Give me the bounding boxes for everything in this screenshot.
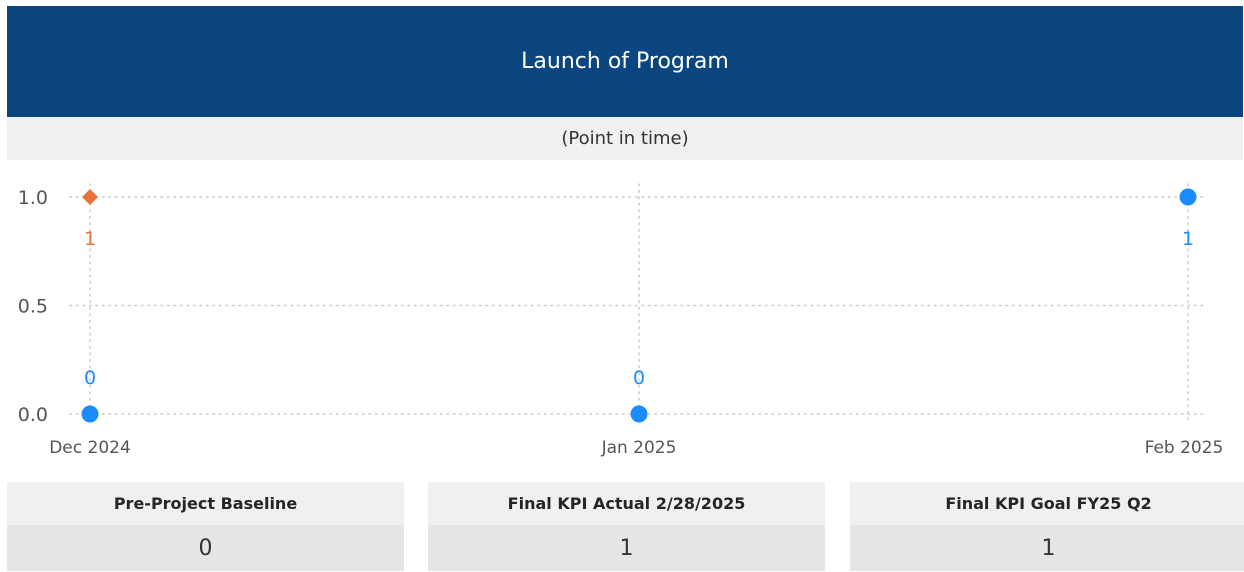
data-point [1179, 188, 1197, 206]
kpi-card-title: Final KPI Goal FY25 Q2 [850, 482, 1244, 525]
data-label: 0 [633, 367, 645, 389]
data-label: 0 [84, 367, 96, 389]
y-tick-label: 0.0 [18, 404, 48, 426]
kpi-card-baseline: Pre-Project Baseline 0 [7, 482, 404, 571]
y-tick-label: 1.0 [18, 187, 48, 209]
kpi-card-title: Final KPI Actual 2/28/2025 [428, 482, 825, 525]
kpi-card-goal: Final KPI Goal FY25 Q2 1 [850, 482, 1244, 571]
kpi-card-value: 0 [7, 525, 404, 571]
data-point [630, 405, 648, 423]
kpi-card-value: 1 [850, 525, 1244, 571]
x-tick-label: Feb 2025 [1145, 438, 1224, 458]
chart-subtitle-bar: (Point in time) [7, 117, 1243, 160]
chart-title: Launch of Program [521, 49, 729, 74]
data-point [81, 405, 99, 423]
data-label: 1 [84, 228, 96, 250]
y-tick-label: 0.5 [18, 296, 48, 318]
data-label: 1 [1182, 228, 1194, 250]
chart-subtitle: (Point in time) [561, 128, 689, 149]
kpi-card-title: Pre-Project Baseline [7, 482, 404, 525]
kpi-card-value: 1 [428, 525, 825, 571]
kpi-card-actual: Final KPI Actual 2/28/2025 1 [428, 482, 825, 571]
kpi-scatter-chart: 0.0 0.5 1.0 Dec 2024 Jan 2025 Feb 2025 0 0 1 1 [18, 183, 1224, 458]
x-tick-label: Dec 2024 [49, 438, 131, 458]
data-point-diamond [82, 189, 98, 205]
x-tick-label: Jan 2025 [601, 438, 677, 458]
chart-title-bar: Launch of Program [7, 6, 1243, 117]
